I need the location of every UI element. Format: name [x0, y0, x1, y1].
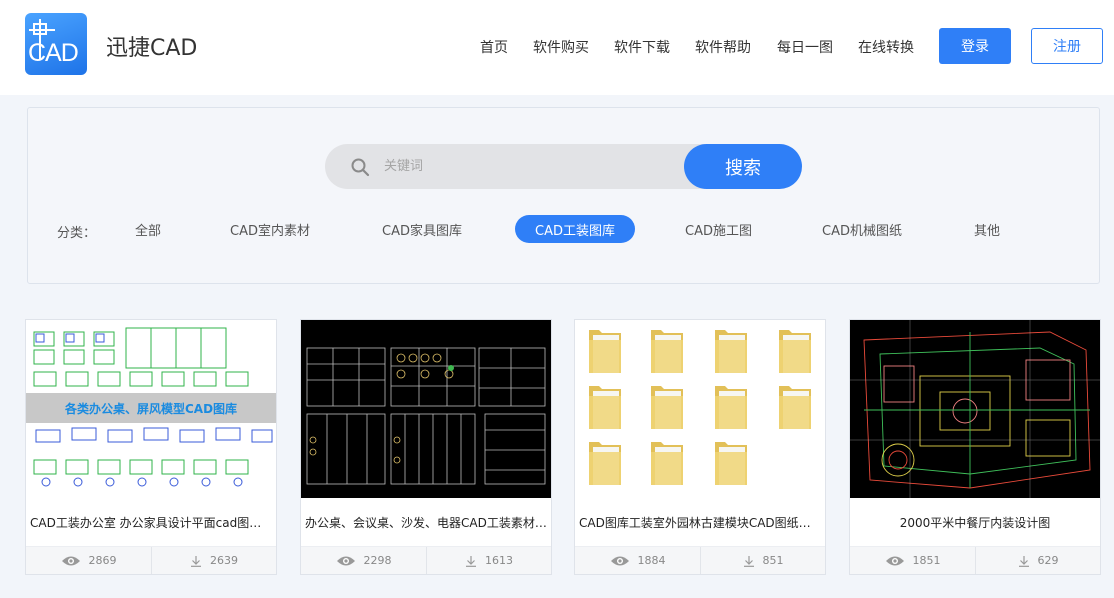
- search-icon: [351, 158, 370, 177]
- category-mechanical[interactable]: CAD机械图纸: [810, 215, 914, 243]
- card-stats: 2298 1613: [301, 546, 551, 574]
- category-interior[interactable]: CAD室内素材: [218, 215, 322, 243]
- download-count: 851: [700, 547, 825, 574]
- view-count: 1884: [575, 547, 700, 574]
- nav-help[interactable]: 软件帮助: [695, 37, 751, 57]
- download-count: 2639: [151, 547, 276, 574]
- category-furniture[interactable]: CAD家具图库: [370, 215, 474, 243]
- card-stats: 2869 2639: [26, 546, 276, 574]
- resource-card[interactable]: CAD图库工装室外园林古建模块CAD图纸下载 1884 851: [574, 319, 826, 575]
- nav-buy[interactable]: 软件购买: [533, 37, 589, 57]
- category-workplace[interactable]: CAD工装图库: [515, 215, 635, 243]
- card-thumbnail[interactable]: [575, 320, 825, 498]
- resource-card[interactable]: 办公桌、会议桌、沙发、电器CAD工装素材图库 2298 1613: [300, 319, 552, 575]
- download-count: 629: [975, 547, 1100, 574]
- category-all[interactable]: 全部: [123, 215, 173, 243]
- logo-text: CAD: [28, 39, 79, 67]
- card-thumbnail[interactable]: 各类办公桌、屏风模型CAD图库: [26, 320, 276, 498]
- search-button[interactable]: 搜索: [684, 144, 802, 189]
- download-icon: [191, 555, 201, 567]
- card-stats: 1884 851: [575, 546, 825, 574]
- search-panel: [27, 107, 1100, 284]
- login-button[interactable]: 登录: [939, 28, 1011, 64]
- thumbnail-overlay-text: 各类办公桌、屏风模型CAD图库: [64, 401, 238, 416]
- top-header: CAD 迅捷CAD 首页 软件购买 软件下载 软件帮助 每日一图 在线转换 登录…: [0, 0, 1114, 95]
- download-icon: [743, 555, 754, 567]
- download-count: 1613: [426, 547, 551, 574]
- card-thumbnail[interactable]: [301, 320, 551, 498]
- view-count: 1851: [850, 547, 975, 574]
- eye-icon: [610, 556, 629, 565]
- card-thumbnail[interactable]: [850, 320, 1100, 498]
- card-title[interactable]: CAD工装办公室 办公家具设计平面cad图纸下载: [26, 498, 276, 546]
- card-title[interactable]: CAD图库工装室外园林古建模块CAD图纸下载: [575, 498, 825, 546]
- resource-card[interactable]: 2000平米中餐厅内装设计图 1851 629: [849, 319, 1101, 575]
- category-label: 分类：: [57, 226, 97, 241]
- eye-icon: [885, 556, 904, 565]
- category-construction[interactable]: CAD施工图: [673, 215, 764, 243]
- view-count: 2869: [26, 547, 151, 574]
- search-input[interactable]: [384, 155, 674, 177]
- category-other[interactable]: 其他: [962, 215, 1012, 243]
- register-button[interactable]: 注册: [1031, 28, 1103, 64]
- nav-daily-image[interactable]: 每日一图: [777, 37, 833, 57]
- card-title[interactable]: 办公桌、会议桌、沙发、电器CAD工装素材图库: [301, 498, 551, 546]
- view-count: 2298: [301, 547, 426, 574]
- nav-home[interactable]: 首页: [480, 37, 508, 57]
- brand-name[interactable]: 迅捷CAD: [106, 30, 197, 62]
- nav-download[interactable]: 软件下载: [614, 37, 670, 57]
- nav-online-convert[interactable]: 在线转换: [858, 37, 914, 57]
- card-title[interactable]: 2000平米中餐厅内装设计图: [850, 498, 1100, 546]
- download-icon: [466, 555, 476, 567]
- eye-icon: [336, 556, 355, 565]
- logo-line-h: [29, 29, 55, 31]
- resource-card[interactable]: 各类办公桌、屏风模型CAD图库 CAD工装办公室 办公家具设计平面cad图纸下载…: [25, 319, 277, 575]
- card-stats: 1851 629: [850, 546, 1100, 574]
- site-logo[interactable]: CAD: [25, 13, 87, 75]
- download-icon: [1018, 555, 1029, 567]
- eye-icon: [61, 556, 80, 565]
